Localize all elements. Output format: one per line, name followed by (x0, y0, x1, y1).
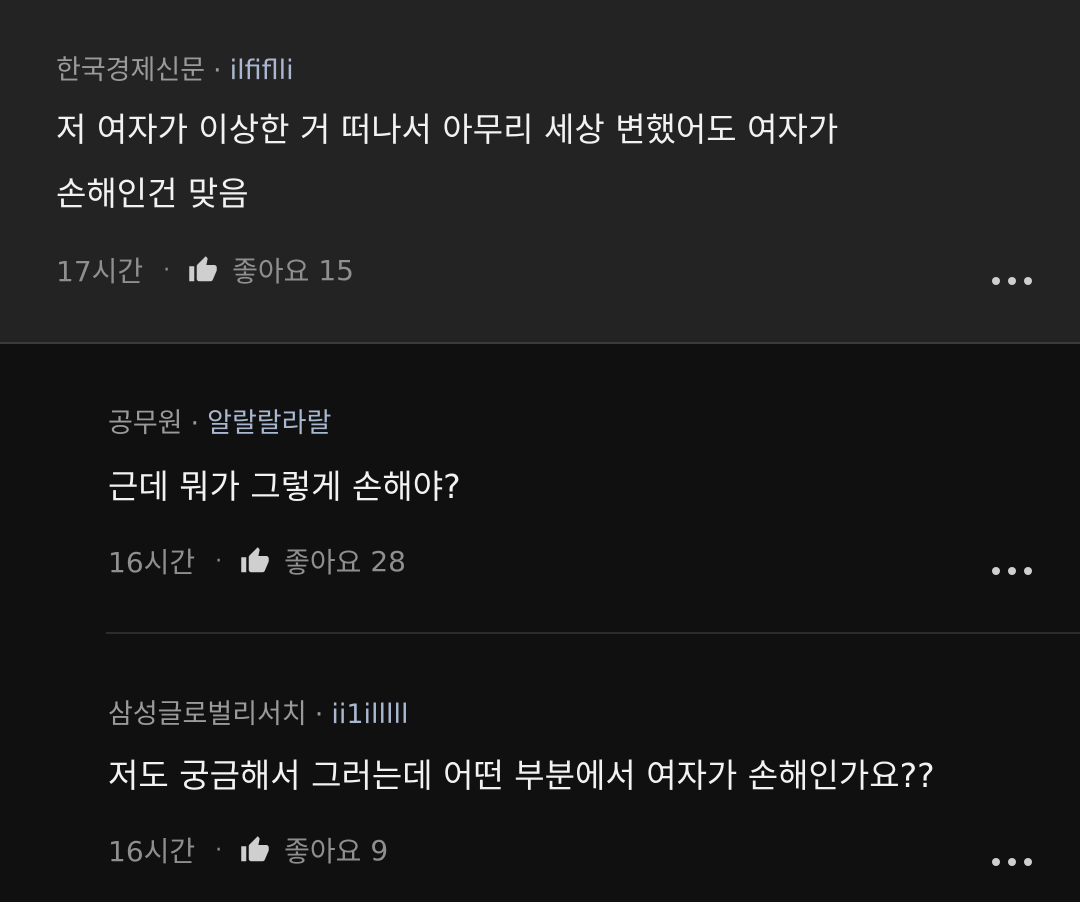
comment-author-meta: 한국경제신문 · ilfiflli (56, 48, 294, 87)
author-company[interactable]: 한국경제신문 (56, 55, 205, 86)
footer-separator: · (215, 837, 223, 863)
more-dot (1024, 277, 1032, 285)
footer-separator: · (215, 548, 223, 574)
comment-body-line: 손해인건 맞음 (56, 174, 249, 213)
author-company[interactable]: 삼성글로벌리서치 (108, 699, 307, 730)
more-dot (992, 277, 1000, 285)
comment-time: 16시간 (108, 546, 196, 579)
author-nickname[interactable]: ii1illlll (331, 699, 408, 730)
comment-item: 한국경제신문 · ilfiflli 저 여자가 이상한 거 떠나서 아무리 세상 변… (0, 0, 1080, 344)
comment-thread: 한국경제신문 · ilfiflli 저 여자가 이상한 거 떠나서 아무리 세상 변… (0, 0, 1080, 902)
more-dot (1008, 858, 1016, 866)
author-nickname[interactable]: 알랄랄라랄 (207, 408, 331, 439)
more-dot (1024, 567, 1032, 575)
comment-body: 저도 궁금해서 그러는데 어떤 부분에서 여자가 손해인가요?? (108, 744, 935, 808)
like-label[interactable]: 좋아요 (284, 541, 361, 581)
reply-item: 삼성글로벌리서치 · ii1illlll 저도 궁금해서 그러는데 어떤 부분에서 … (0, 634, 1080, 902)
author-company[interactable]: 공무원 (108, 408, 183, 439)
comment-author-meta: 공무원 · 알랄랄라랄 (108, 401, 331, 440)
thumbs-up-icon[interactable] (240, 546, 270, 576)
comment-body-line: 저 여자가 이상한 거 떠나서 아무리 세상 변했어도 여자가 (56, 110, 839, 149)
more-horizontal-icon[interactable] (992, 565, 1032, 577)
comment-footer: 17시간 · 좋아요 15 (56, 250, 354, 290)
meta-separator: · (190, 408, 200, 439)
like-count: 15 (318, 253, 354, 287)
more-horizontal-icon[interactable] (992, 275, 1032, 287)
thumbs-up-icon[interactable] (240, 835, 270, 865)
comment-footer: 16시간 · 좋아요 9 (108, 830, 388, 870)
more-dot (992, 567, 1000, 575)
comment-time: 16시간 (108, 835, 196, 868)
more-dot (992, 858, 1000, 866)
more-horizontal-icon[interactable] (992, 856, 1032, 868)
meta-separator: · (314, 699, 324, 730)
meta-separator: · (213, 55, 222, 86)
comment-author-meta: 삼성글로벌리서치 · ii1illlll (108, 692, 409, 731)
comment-body-line: 저도 궁금해서 그러는데 어떤 부분에서 여자가 손해인가요?? (108, 756, 935, 795)
footer-separator: · (163, 257, 171, 283)
more-dot (1008, 567, 1016, 575)
comment-time: 17시간 (56, 255, 144, 288)
reply-item: 공무원 · 알랄랄라랄 근데 뭐가 그렇게 손해야? 16시간 · 좋아요 28 (0, 345, 1080, 634)
thumbs-up-icon[interactable] (188, 255, 218, 285)
comment-footer: 16시간 · 좋아요 28 (108, 541, 406, 581)
more-dot (1008, 277, 1016, 285)
like-count: 9 (370, 833, 389, 867)
comment-body-line: 근데 뭐가 그렇게 손해야? (108, 467, 461, 506)
like-count: 28 (370, 544, 406, 578)
more-dot (1024, 858, 1032, 866)
like-label[interactable]: 좋아요 (232, 250, 309, 290)
comment-body: 근데 뭐가 그렇게 손해야? (108, 455, 461, 519)
author-nickname[interactable]: ilfiflli (230, 55, 294, 86)
comment-body: 저 여자가 이상한 거 떠나서 아무리 세상 변했어도 여자가 손해인건 맞음 (56, 98, 838, 226)
like-label[interactable]: 좋아요 (284, 830, 361, 870)
